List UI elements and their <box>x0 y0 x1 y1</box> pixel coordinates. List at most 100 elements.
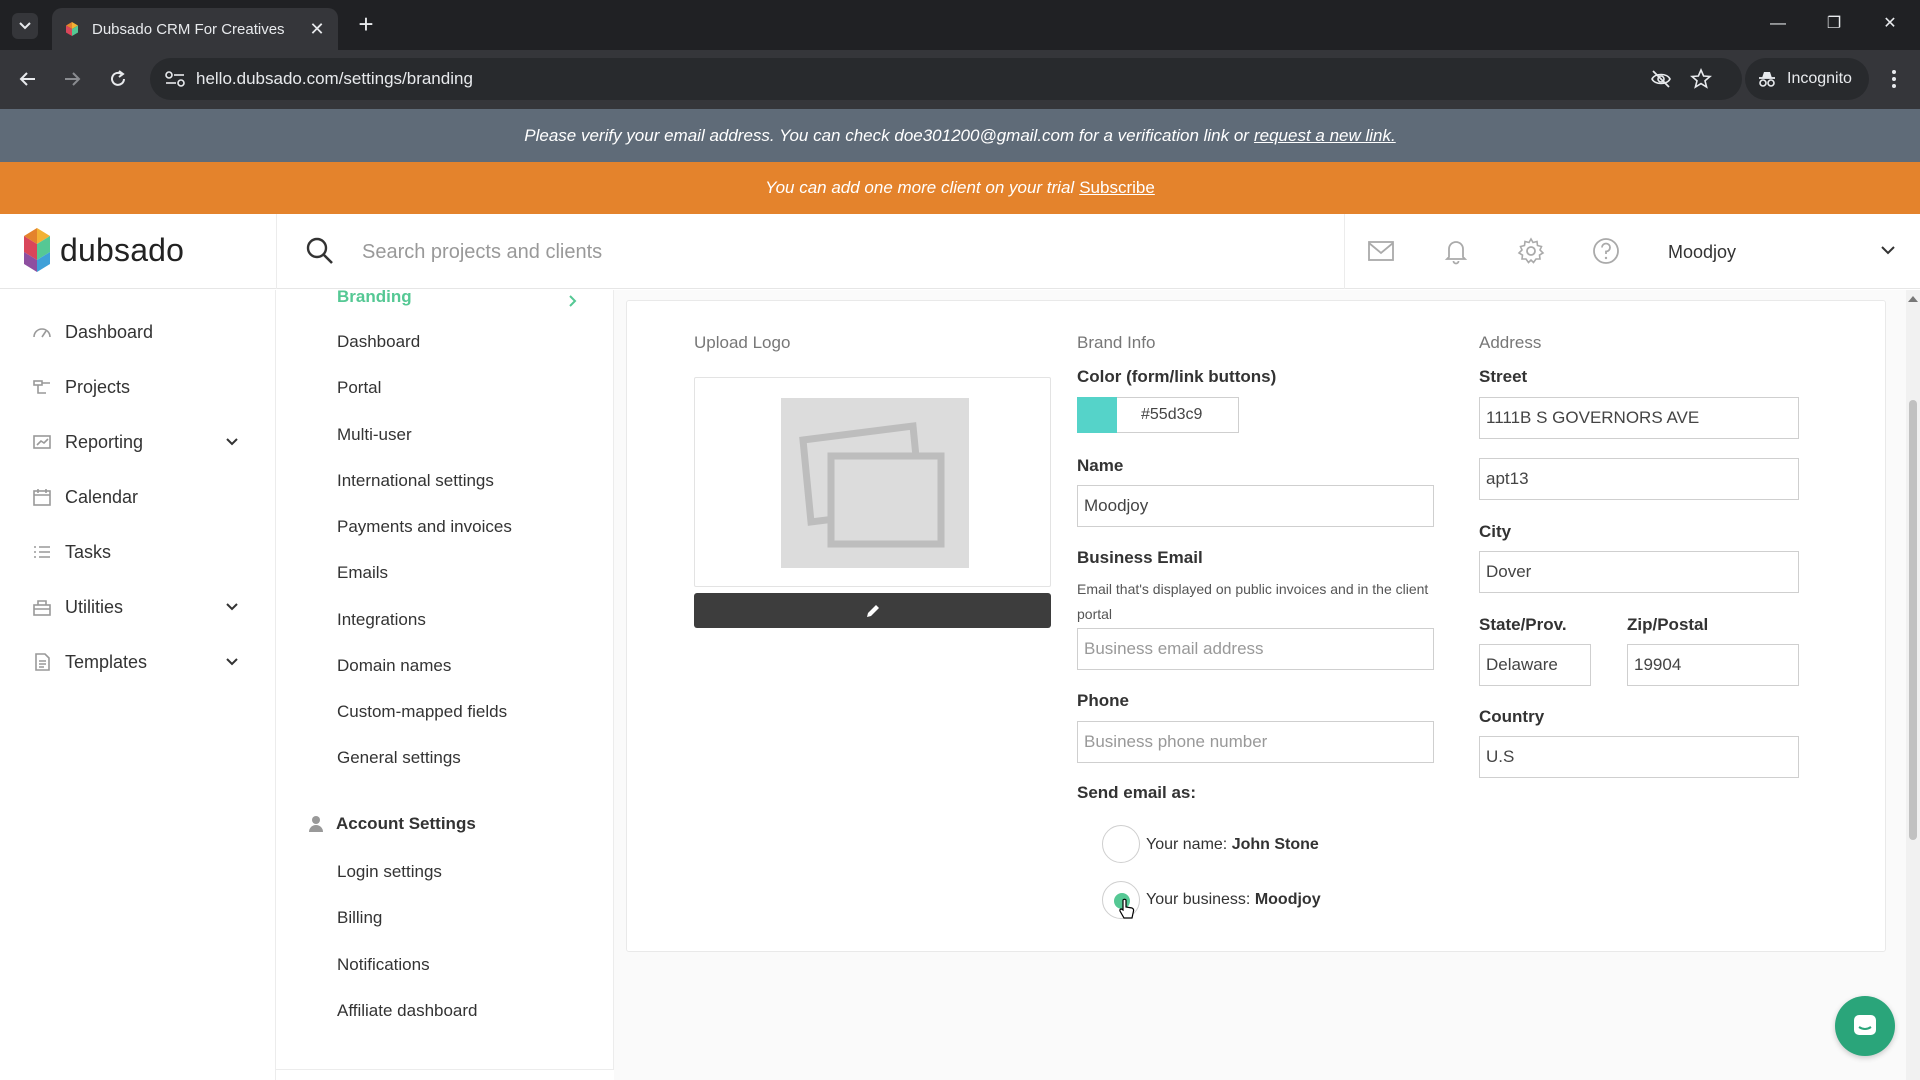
scroll-thumb[interactable] <box>1909 400 1917 840</box>
subnav-item-payments-and-invoices[interactable]: Payments and invoices <box>337 517 512 537</box>
subnav-item-dashboard[interactable]: Dashboard <box>337 332 420 352</box>
gear-icon[interactable] <box>1516 236 1546 266</box>
calendar-icon <box>33 489 51 506</box>
subnav-item-general-settings[interactable]: General settings <box>337 748 461 768</box>
page-scrollbar[interactable] <box>1906 290 1920 1080</box>
brand-info-heading: Brand Info <box>1077 333 1156 352</box>
send-as-name-option[interactable]: Your name: John Stone <box>1146 836 1319 854</box>
main-sidebar: Dashboard Projects Reporting Calendar Ta… <box>0 290 276 1080</box>
chevron-down-icon[interactable] <box>1880 244 1896 256</box>
state-input[interactable] <box>1479 644 1591 686</box>
sidebar-item-label: Calendar <box>65 486 139 507</box>
color-label: Color (form/link buttons) <box>1077 367 1277 386</box>
new-tab-icon[interactable]: + <box>352 10 380 38</box>
chevron-right-icon <box>569 295 577 307</box>
user-icon <box>309 816 323 832</box>
browser-menu-icon[interactable] <box>1880 65 1908 93</box>
city-input[interactable] <box>1479 551 1799 593</box>
browser-nav-bar: hello.dubsado.com/settings/branding Inco… <box>0 50 1920 109</box>
sidebar-item-tasks[interactable]: Tasks <box>0 532 276 572</box>
help-icon[interactable] <box>1591 236 1621 266</box>
tab-search-button[interactable] <box>12 13 38 39</box>
sidebar-item-calendar[interactable]: Calendar <box>0 477 276 517</box>
country-label: Country <box>1479 707 1545 726</box>
back-icon[interactable] <box>14 65 42 93</box>
state-label: State/Prov. <box>1479 615 1567 634</box>
zip-input[interactable] <box>1627 644 1799 686</box>
subnav-item-international-settings[interactable]: International settings <box>337 471 494 491</box>
tasks-icon <box>34 546 50 558</box>
street2-input[interactable] <box>1479 458 1799 500</box>
eye-off-icon[interactable] <box>1650 68 1672 90</box>
restore-window-icon[interactable]: ❐ <box>1820 10 1848 38</box>
projects-icon <box>33 380 50 394</box>
subnav-item-notifications[interactable]: Notifications <box>337 955 430 975</box>
subnav-item-integrations[interactable]: Integrations <box>337 610 426 630</box>
color-swatch[interactable] <box>1077 397 1117 433</box>
search-input[interactable] <box>362 234 1262 270</box>
sidebar-item-projects[interactable]: Projects <box>0 367 276 407</box>
bookmark-star-icon[interactable] <box>1690 68 1712 90</box>
subnav-item-emails[interactable]: Emails <box>337 563 388 583</box>
account-name[interactable]: Moodjoy <box>1668 242 1736 263</box>
close-tab-icon[interactable]: ✕ <box>308 19 326 40</box>
subnav-item-label: General settings <box>337 748 461 767</box>
phone-input[interactable] <box>1077 721 1434 763</box>
browser-tab[interactable]: Dubsado CRM For Creatives ✕ <box>52 8 338 50</box>
color-hex-input[interactable]: #55d3c9 <box>1117 397 1239 433</box>
subnav-item-portal[interactable]: Portal <box>337 378 381 398</box>
subnav-item-label: Emails <box>337 563 389 582</box>
mail-icon[interactable] <box>1366 236 1396 266</box>
street-input[interactable] <box>1479 397 1799 439</box>
account-settings-label: Account Settings <box>336 814 476 833</box>
forward-icon[interactable] <box>58 65 86 93</box>
image-placeholder-icon <box>799 422 945 548</box>
color-hex-value: #55d3c9 <box>1141 406 1203 423</box>
incognito-indicator[interactable]: Incognito <box>1745 58 1869 100</box>
scroll-up-arrow-icon[interactable] <box>1908 296 1918 302</box>
subnav-item-label: Dashboard <box>337 332 421 351</box>
request-new-link[interactable]: request a new link. <box>1254 126 1396 146</box>
subscribe-link[interactable]: Subscribe <box>1079 178 1155 198</box>
send-as-business-prefix: Your business: <box>1146 891 1251 908</box>
sidebar-item-dashboard[interactable]: Dashboard <box>0 312 276 352</box>
chat-launcher-button[interactable] <box>1835 996 1895 1056</box>
subnav-item-label: International settings <box>337 471 494 490</box>
sidebar-item-utilities[interactable]: Utilities <box>0 587 276 627</box>
dubsado-favicon-icon <box>66 22 78 36</box>
sidebar-item-templates[interactable]: Templates <box>0 642 276 682</box>
address-bar[interactable]: hello.dubsado.com/settings/branding <box>150 58 1742 100</box>
sidebar-item-reporting[interactable]: Reporting <box>0 422 276 462</box>
subnav-item-multi-user[interactable]: Multi-user <box>337 425 412 445</box>
send-as-name-radio[interactable] <box>1102 825 1140 863</box>
subnav-item-label: Custom-mapped fields <box>337 702 508 721</box>
subnav-item-custom-mapped-fields[interactable]: Custom-mapped fields <box>337 702 507 722</box>
edit-logo-button[interactable] <box>694 593 1051 628</box>
chevron-down-icon[interactable] <box>224 599 240 615</box>
business-email-input[interactable] <box>1077 628 1434 670</box>
minimize-window-icon[interactable]: — <box>1764 10 1792 38</box>
close-window-icon[interactable]: ✕ <box>1876 10 1904 38</box>
subnav-item-affiliate-dashboard[interactable]: Affiliate dashboard <box>337 1001 478 1021</box>
dubsado-logo[interactable]: dubsado <box>22 228 184 272</box>
subnav-item-domain-names[interactable]: Domain names <box>337 656 451 676</box>
subnav-item-login-settings[interactable]: Login settings <box>337 862 442 882</box>
send-as-label: Send email as: <box>1077 783 1197 802</box>
send-as-business-option[interactable]: Your business: Moodjoy <box>1146 891 1321 909</box>
subnav-item-billing[interactable]: Billing <box>337 908 382 928</box>
subnav-item-branding[interactable]: Branding <box>337 287 412 307</box>
bell-icon[interactable] <box>1441 236 1471 266</box>
logo-upload-area[interactable] <box>694 377 1051 587</box>
chevron-down-icon[interactable] <box>224 654 240 670</box>
sidebar-item-label: Projects <box>65 376 131 397</box>
logo-placeholder <box>781 398 969 568</box>
street-label: Street <box>1479 367 1528 386</box>
reload-icon[interactable] <box>104 65 132 93</box>
site-info-icon[interactable] <box>164 69 186 89</box>
country-input[interactable] <box>1479 736 1799 778</box>
sidebar-item-label: Templates <box>65 651 148 672</box>
address-heading: Address <box>1479 333 1542 352</box>
name-input[interactable] <box>1077 485 1434 527</box>
verify-email-banner: Please verify your email address. You ca… <box>0 109 1920 162</box>
chevron-down-icon[interactable] <box>224 434 240 450</box>
